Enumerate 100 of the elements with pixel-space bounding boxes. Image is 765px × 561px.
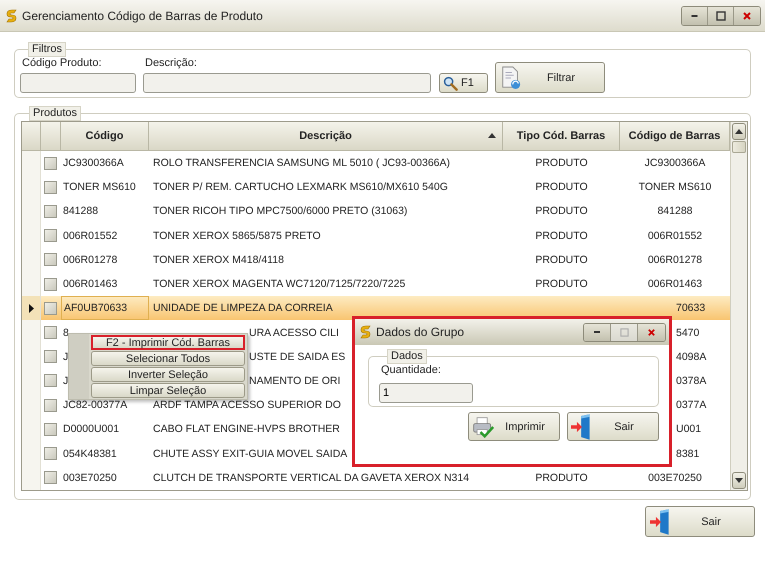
table-cell: U001 <box>676 423 702 436</box>
checkbox[interactable] <box>44 471 57 484</box>
scroll-thumb[interactable] <box>732 141 746 153</box>
table-cell: NAMENTO DE ORI <box>249 374 340 387</box>
search-icon <box>443 76 458 90</box>
row-header-cell[interactable] <box>22 150 41 176</box>
table-cell: TONER MS610 <box>638 181 712 194</box>
checkbox[interactable] <box>44 302 57 315</box>
dialog-title: Dados do Grupo <box>376 325 464 339</box>
document-refresh-icon <box>500 66 522 90</box>
checkbox[interactable] <box>44 278 57 291</box>
arrow-up-icon <box>735 129 743 134</box>
checkbox[interactable] <box>44 253 57 266</box>
group-legend: Dados <box>387 349 427 364</box>
close-icon <box>742 10 752 20</box>
table-cell: JC9300366A <box>644 157 706 170</box>
table-cell: TONER RICOH TIPO MPC7500/6000 PRETO (31063) <box>153 205 408 218</box>
table-cell: TONER MS610 <box>63 181 136 194</box>
minimize-icon <box>594 331 600 333</box>
table-cell: CHUTE ASSY EXIT-GUIA MOVEL SAIDA <box>153 448 348 460</box>
table-cell: PRODUTO <box>535 157 588 170</box>
column-header[interactable]: Tipo Cód. Barras <box>503 122 620 150</box>
table-cell: J <box>63 350 68 363</box>
table-cell: 0377A <box>676 399 706 412</box>
table-cell: TONER XEROX M418/4118 <box>153 254 284 266</box>
table-cell: 0378A <box>676 374 706 387</box>
table-cell: PRODUTO <box>535 472 588 484</box>
table-cell: 003E70250 <box>648 472 702 484</box>
minimize-button[interactable] <box>682 6 708 24</box>
row-header-cell[interactable] <box>22 296 41 320</box>
checkbox[interactable] <box>44 204 57 218</box>
checkbox[interactable] <box>44 398 57 412</box>
minimize-icon <box>691 14 698 16</box>
table-cell: PRODUTO <box>535 205 588 218</box>
field-label: Quantidade: <box>380 364 442 376</box>
search-button[interactable]: F1 <box>439 73 488 93</box>
description-field[interactable] <box>143 73 431 93</box>
exit-button[interactable]: Sair <box>645 506 755 537</box>
table-cell: 006R01463 <box>63 278 118 290</box>
menu-item[interactable]: F2 - Imprimir Cód. Barras <box>91 335 245 350</box>
exit-button[interactable]: Sair <box>567 412 659 441</box>
table-cell: 8 <box>63 326 69 339</box>
maximize-button[interactable] <box>708 6 734 24</box>
print-button[interactable]: Imprimir <box>468 412 560 441</box>
close-button[interactable] <box>638 324 665 340</box>
table-cell: UNIDADE DE LIMPEZA DA CORREIA <box>153 302 333 314</box>
close-icon <box>647 328 656 336</box>
maximize-icon <box>716 10 726 20</box>
table-cell: 4098A <box>676 350 706 363</box>
table-cell: 006R01552 <box>648 230 702 242</box>
table-cell: 70633 <box>676 302 706 314</box>
table-cell: PRODUTO <box>535 181 588 194</box>
menu-item[interactable]: Inverter Seleção <box>91 367 245 382</box>
group-legend: Produtos <box>29 106 82 121</box>
table-cell: D0000U001 <box>63 423 120 436</box>
table-cell: 841288 <box>63 205 98 218</box>
checkbox[interactable] <box>44 447 57 460</box>
table-cell: PRODUTO <box>535 254 588 266</box>
checkbox[interactable] <box>44 422 57 436</box>
table-cell: 003E70250 <box>63 472 117 484</box>
table-cell: 006R01278 <box>648 254 702 266</box>
row-header-cell[interactable] <box>22 320 41 345</box>
scroll-up-button[interactable] <box>732 123 746 140</box>
table-cell: 054K48381 <box>63 448 117 460</box>
group-legend: Filtros <box>28 42 66 57</box>
table-cell: J <box>63 374 68 387</box>
scrollbar[interactable] <box>730 122 747 490</box>
row-header-cell[interactable] <box>22 466 41 490</box>
sort-ascending-icon <box>488 133 496 138</box>
column-header[interactable]: Descrição <box>149 122 503 150</box>
table-cell: PRODUTO <box>535 230 588 242</box>
table-cell: 006R01463 <box>648 278 702 290</box>
table-cell: 006R01278 <box>63 254 118 266</box>
filter-button[interactable]: Filtrar <box>495 62 605 93</box>
table-cell: TONER XEROX MAGENTA WC7120/7125/7220/7225 <box>153 278 406 290</box>
minimize-button[interactable] <box>584 324 611 340</box>
checkbox[interactable] <box>44 180 57 194</box>
checkbox[interactable] <box>44 374 57 388</box>
code-field[interactable] <box>20 73 136 93</box>
menu-item[interactable]: Limpar Seleção <box>91 383 245 398</box>
window-title: Gerenciamento Código de Barras de Produto <box>22 8 263 22</box>
table-cell: 5470 <box>676 326 700 339</box>
table-cell: USTE DE SAIDA ES <box>249 350 346 363</box>
table-cell: 841288 <box>657 205 693 218</box>
table-cell: PRODUTO <box>535 278 588 290</box>
checkbox[interactable] <box>44 350 57 364</box>
row-header-cell[interactable] <box>22 272 41 296</box>
scroll-down-button[interactable] <box>732 472 746 489</box>
column-header[interactable]: Código <box>61 122 149 150</box>
menu-item[interactable]: Selecionar Todos <box>91 351 245 366</box>
table-cell: 8381 <box>676 448 700 460</box>
checkbox[interactable] <box>44 326 57 340</box>
table-cell: URA ACESSO CILI <box>249 326 339 339</box>
close-button[interactable] <box>734 6 760 24</box>
row-pointer-icon <box>29 304 34 313</box>
table-cell: CABO FLAT ENGINE-HVPS BROTHER <box>153 423 340 436</box>
checkbox[interactable] <box>44 229 57 242</box>
table-cell: TONER XEROX 5865/5875 PRETO <box>153 230 321 242</box>
checkbox[interactable] <box>44 156 57 170</box>
quantity-field[interactable]: 1 <box>379 383 473 403</box>
